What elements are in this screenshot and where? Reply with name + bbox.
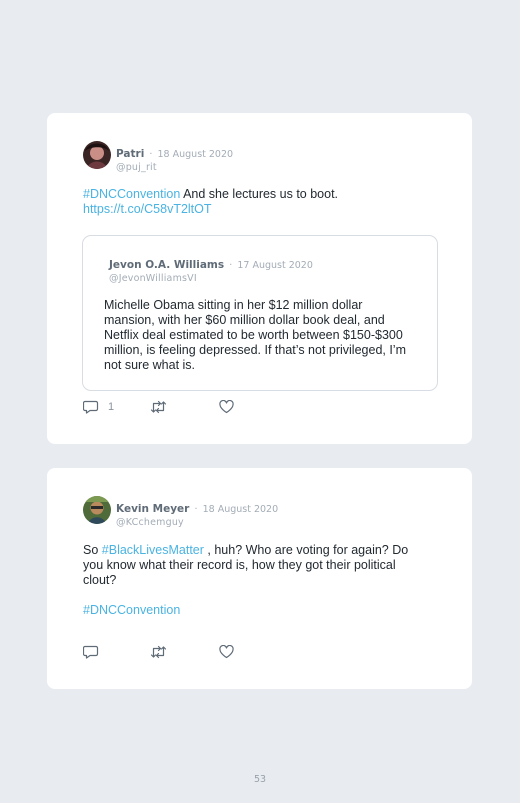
url-link[interactable]: https://t.co/C58vT2ltOT	[83, 202, 212, 216]
tweet-card: Kevin Meyer · 18 August 2020 @KCchemguy …	[47, 468, 472, 689]
reply-button[interactable]: 1	[83, 400, 114, 414]
retweet-button[interactable]	[150, 645, 167, 659]
quoted-text: Michelle Obama sitting in her $12 millio…	[104, 298, 407, 372]
page-number: 53	[253, 774, 267, 785]
hashtag-link[interactable]: #DNCConvention	[83, 187, 180, 201]
retweet-icon	[150, 645, 167, 659]
like-icon	[219, 400, 234, 414]
separator-dot: ·	[149, 149, 153, 160]
retweet-button[interactable]	[150, 400, 167, 414]
avatar[interactable]	[83, 141, 111, 169]
avatar[interactable]	[83, 496, 111, 524]
tweet-actions: 1	[83, 400, 253, 416]
like-button[interactable]	[219, 400, 234, 414]
quoted-header: Jevon O.A. Williams · 17 August 2020 @Je…	[109, 253, 313, 284]
reply-count: 1	[108, 401, 115, 413]
retweet-icon	[150, 400, 167, 414]
tweet-card: Patri · 18 August 2020 @puj_rit #DNCConv…	[47, 113, 472, 444]
tweet-text-prefix: So	[83, 543, 99, 557]
tweet-text-body: And she lectures us to boot.	[183, 187, 339, 201]
author-name[interactable]: Kevin Meyer	[116, 503, 189, 515]
tweet-meta: Kevin Meyer · 18 August 2020 @KCchemguy	[116, 497, 278, 528]
like-icon	[219, 645, 234, 659]
separator-dot: ·	[194, 504, 198, 515]
quoted-tweet[interactable]: Jevon O.A. Williams · 17 August 2020 @Je…	[82, 235, 438, 391]
reply-icon	[83, 645, 99, 659]
tweet-date[interactable]: 18 August 2020	[158, 149, 234, 160]
author-handle[interactable]: @KCchemguy	[116, 517, 278, 528]
hashtag-link[interactable]: #DNCConvention	[83, 603, 180, 617]
author-name[interactable]: Patri	[116, 148, 144, 160]
tweet-actions	[83, 645, 253, 661]
tweet-text: #DNCConvention And she lectures us to bo…	[83, 187, 423, 217]
quoted-author-handle[interactable]: @JevonWilliamsVI	[109, 273, 313, 284]
quoted-author-name[interactable]: Jevon O.A. Williams	[109, 259, 224, 271]
quoted-date[interactable]: 17 August 2020	[237, 260, 313, 271]
hashtag-link[interactable]: #BlackLivesMatter	[102, 543, 204, 557]
reply-icon	[83, 400, 99, 414]
tweet-date[interactable]: 18 August 2020	[203, 504, 279, 515]
tweet-text: So #BlackLivesMatter , huh? Who are voti…	[83, 543, 423, 618]
tweet-meta: Patri · 18 August 2020 @puj_rit	[116, 142, 233, 173]
author-handle[interactable]: @puj_rit	[116, 162, 233, 173]
separator-dot: ·	[229, 260, 233, 271]
like-button[interactable]	[219, 645, 234, 659]
reply-button[interactable]	[83, 645, 99, 659]
